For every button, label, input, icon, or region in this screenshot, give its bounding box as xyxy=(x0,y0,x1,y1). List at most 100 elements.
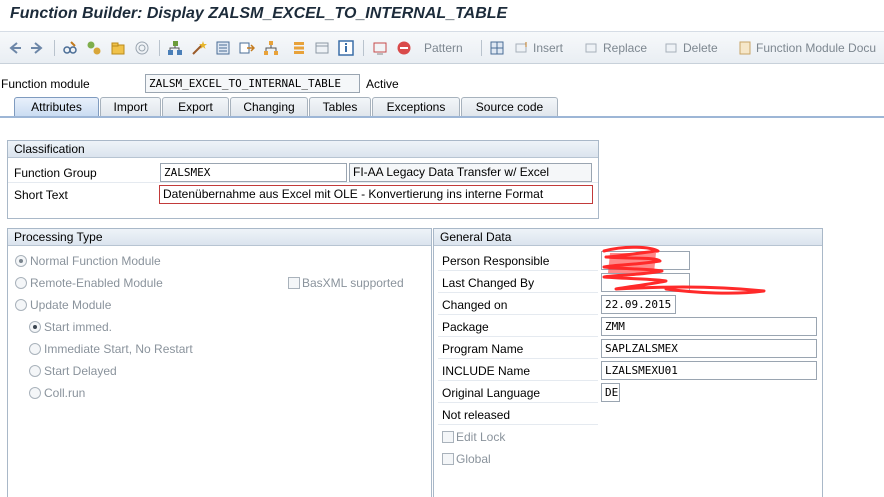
package-label: Package xyxy=(442,320,489,334)
navigation-button[interactable] xyxy=(239,39,255,57)
processing-type-group: Processing Type Normal Function Module R… xyxy=(7,228,432,497)
monitor-icon xyxy=(373,42,387,55)
function-module-doc-button[interactable]: Function Module Docu xyxy=(737,39,876,57)
start-delayed-label: Start Delayed xyxy=(44,364,117,378)
classification-title: Classification xyxy=(8,141,598,158)
stack-button[interactable] xyxy=(291,39,307,57)
function-module-label: Function module xyxy=(1,77,90,91)
where-used-button[interactable] xyxy=(167,39,183,57)
release-status-row: Not released xyxy=(438,405,598,425)
test-button[interactable] xyxy=(134,39,150,57)
arrow-left-icon xyxy=(9,42,21,54)
global-checkbox[interactable] xyxy=(442,453,454,465)
title-bar: Function Builder: Display ZALSM_EXCEL_TO… xyxy=(0,0,884,32)
back-button[interactable] xyxy=(7,39,23,57)
coll-run-radio[interactable] xyxy=(29,387,41,399)
tab-tables[interactable]: Tables xyxy=(309,97,371,117)
update-module-label: Update Module xyxy=(30,298,112,312)
immediate-no-restart-label: Immediate Start, No Restart xyxy=(44,342,193,356)
insert-label: Insert xyxy=(533,41,564,55)
include-name-row: INCLUDE Name xyxy=(438,361,598,381)
remote-enabled-label: Remote-Enabled Module xyxy=(30,276,163,290)
start-immed-label: Start immed. xyxy=(44,320,113,334)
tab-strip: Attributes Import Export Changing Tables… xyxy=(0,97,884,117)
stop-icon xyxy=(397,41,411,55)
tool-a-button[interactable] xyxy=(372,39,388,57)
redaction-scribble xyxy=(602,245,766,295)
window-icon xyxy=(315,42,329,54)
magic-wand-icon xyxy=(192,41,207,55)
wand-button[interactable] xyxy=(191,39,207,57)
function-group-row: Function Group ZALSMEX FI-AA Legacy Data… xyxy=(8,163,598,183)
original-language-field[interactable]: DE xyxy=(601,383,620,402)
person-responsible-row: Person Responsible xyxy=(438,251,598,271)
function-group-description: FI-AA Legacy Data Transfer w/ Excel xyxy=(349,163,592,182)
forward-button[interactable] xyxy=(29,39,45,57)
normal-module-label: Normal Function Module xyxy=(30,254,161,268)
window-title: Function Builder: Display ZALSM_EXCEL_TO… xyxy=(10,5,508,22)
edit-lock-label: Edit Lock xyxy=(456,430,506,444)
edit-lock-checkbox[interactable] xyxy=(442,431,454,443)
hierarchy-icon xyxy=(168,41,182,55)
tab-divider xyxy=(0,116,884,118)
immediate-no-restart-radio[interactable] xyxy=(29,343,41,355)
start-immed-radio[interactable] xyxy=(29,321,41,333)
application-toolbar: Pattern Insert Replace Delete Function M… xyxy=(0,32,884,64)
program-name-label: Program Name xyxy=(442,342,524,356)
tab-exceptions[interactable]: Exceptions xyxy=(372,97,460,117)
window-button[interactable] xyxy=(314,39,330,57)
hierarchy-button[interactable] xyxy=(263,39,279,57)
tab-import[interactable]: Import xyxy=(100,97,161,117)
tab-changing[interactable]: Changing xyxy=(230,97,308,117)
coll-run-label: Coll.run xyxy=(44,386,86,400)
function-module-row: Function module ZALSM_EXCEL_TO_INTERNAL_… xyxy=(0,74,884,94)
other-object-button[interactable] xyxy=(110,39,126,57)
last-changed-by-label: Last Changed By xyxy=(442,276,535,290)
replace-button[interactable]: Replace xyxy=(584,39,647,57)
stack-icon xyxy=(294,42,304,54)
insert-button[interactable]: Insert xyxy=(514,39,563,57)
function-group-label: Function Group xyxy=(14,166,97,180)
tree-icon xyxy=(264,41,278,55)
original-language-row: Original Language xyxy=(438,383,598,403)
glasses-pencil-icon xyxy=(63,41,77,54)
documentation-icon xyxy=(739,41,751,55)
changed-on-label: Changed on xyxy=(442,298,508,312)
pattern-button[interactable]: Pattern xyxy=(421,39,463,57)
start-delayed-radio[interactable] xyxy=(29,365,41,377)
info-button[interactable] xyxy=(338,39,354,57)
insert-row-icon xyxy=(515,42,527,53)
remote-enabled-radio[interactable] xyxy=(15,277,27,289)
tool-b-button[interactable] xyxy=(396,39,412,57)
tab-attributes[interactable]: Attributes xyxy=(14,97,99,117)
update-module-radio[interactable] xyxy=(15,299,27,311)
changed-on-row: Changed on xyxy=(438,295,598,315)
person-responsible-label: Person Responsible xyxy=(442,254,550,268)
display-change-button[interactable] xyxy=(62,39,78,57)
status-text: Active xyxy=(366,77,399,91)
basxml-label: BasXML supported xyxy=(302,276,404,290)
normal-module-radio[interactable] xyxy=(15,255,27,267)
package-row: Package xyxy=(438,317,598,337)
active-inactive-button[interactable] xyxy=(86,39,102,57)
short-text-field[interactable]: Datenübernahme aus Excel mit OLE - Konve… xyxy=(159,185,593,204)
function-module-doc-label: Function Module Docu xyxy=(756,41,877,55)
delete-button[interactable]: Delete xyxy=(664,39,718,57)
processing-type-title: Processing Type xyxy=(8,229,431,246)
tab-export[interactable]: Export xyxy=(162,97,229,117)
function-module-field[interactable]: ZALSM_EXCEL_TO_INTERNAL_TABLE xyxy=(145,74,360,93)
delete-row-icon xyxy=(665,43,677,53)
last-changed-by-row: Last Changed By xyxy=(438,273,598,293)
display-object-list-button[interactable] xyxy=(215,39,231,57)
include-name-label: INCLUDE Name xyxy=(442,364,531,378)
package-field[interactable]: ZMM xyxy=(601,317,817,336)
program-name-field[interactable]: SAPLZALSMEX xyxy=(601,339,817,358)
pretty-printer-button[interactable] xyxy=(489,39,505,57)
tab-source-code[interactable]: Source code xyxy=(461,97,558,117)
original-language-label: Original Language xyxy=(442,386,541,400)
info-icon xyxy=(338,40,354,56)
basxml-checkbox[interactable] xyxy=(288,277,300,289)
toggle-objects-icon xyxy=(87,41,101,55)
include-name-field[interactable]: LZALSMEXU01 xyxy=(601,361,817,380)
function-group-field[interactable]: ZALSMEX xyxy=(160,163,347,182)
